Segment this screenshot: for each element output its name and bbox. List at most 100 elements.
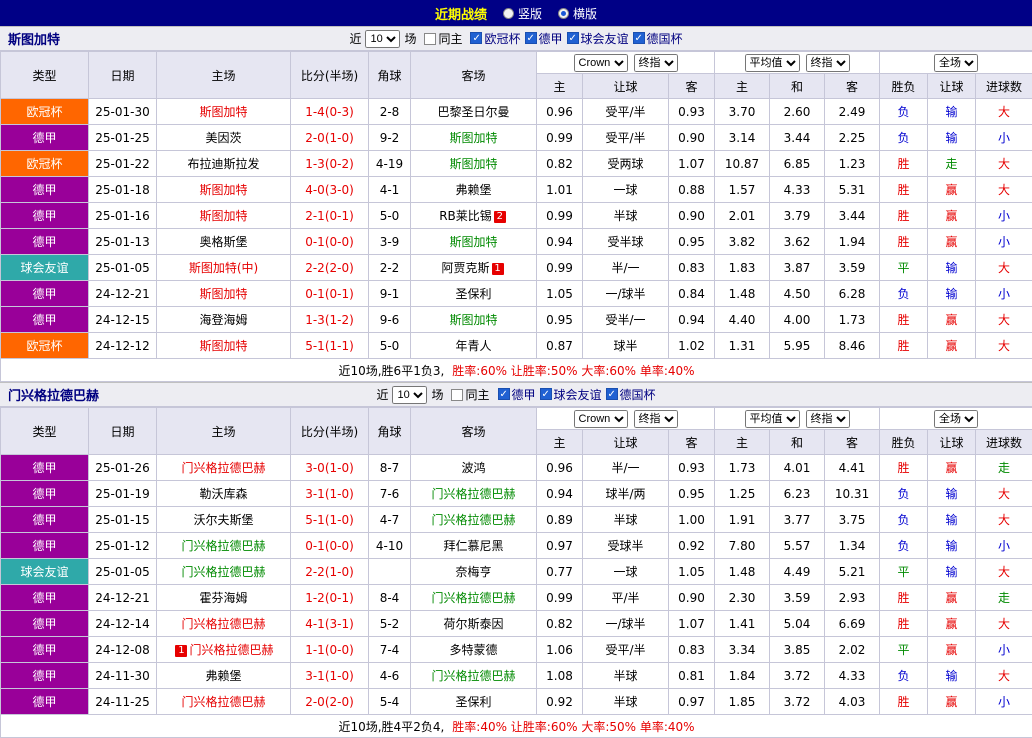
match-date: 24-12-21 bbox=[89, 281, 157, 307]
avg-away: 4.03 bbox=[825, 689, 880, 715]
away-team[interactable]: 门兴格拉德巴赫 bbox=[411, 481, 537, 507]
scope-select[interactable]: 全场 bbox=[934, 410, 978, 428]
away-team[interactable]: 门兴格拉德巴赫 bbox=[411, 585, 537, 611]
away-team[interactable]: 拜仁慕尼黑 bbox=[411, 533, 537, 559]
col-type: 类型 bbox=[1, 52, 89, 99]
home-team[interactable]: 美因茨 bbox=[157, 125, 291, 151]
checkbox-checked-icon[interactable] bbox=[470, 32, 482, 44]
away-team[interactable]: 荷尔斯泰因 bbox=[411, 611, 537, 637]
home-team[interactable]: 门兴格拉德巴赫 bbox=[157, 559, 291, 585]
checkbox-checked-icon[interactable] bbox=[525, 32, 537, 44]
away-team[interactable]: 斯图加特 bbox=[411, 229, 537, 255]
radio-horizontal-label: 横版 bbox=[573, 5, 597, 22]
home-team[interactable]: 门兴格拉德巴赫 bbox=[157, 611, 291, 637]
away-team[interactable]: 斯图加特 bbox=[411, 151, 537, 177]
home-team[interactable]: 斯图加特 bbox=[157, 333, 291, 359]
away-team[interactable]: 巴黎圣日尔曼 bbox=[411, 99, 537, 125]
home-team[interactable]: 门兴格拉德巴赫 bbox=[157, 533, 291, 559]
away-team[interactable]: 门兴格拉德巴赫 bbox=[411, 663, 537, 689]
checkbox-checked-icon[interactable] bbox=[540, 388, 552, 400]
home-team[interactable]: 斯图加特 bbox=[157, 99, 291, 125]
odds-handicap: 受平/半 bbox=[583, 125, 669, 151]
league-filter-checkbox[interactable]: 德国杯 bbox=[633, 30, 683, 47]
corner-count bbox=[369, 559, 411, 585]
away-team[interactable]: 圣保利 bbox=[411, 281, 537, 307]
away-team[interactable]: 波鸿 bbox=[411, 455, 537, 481]
home-team[interactable]: 弗赖堡 bbox=[157, 663, 291, 689]
away-team[interactable]: 奈梅亨 bbox=[411, 559, 537, 585]
odds-away: 0.95 bbox=[669, 229, 715, 255]
odds-company-select[interactable]: Crown bbox=[574, 54, 628, 72]
same-venue-checkbox[interactable]: 同主 bbox=[451, 386, 489, 403]
home-team[interactable]: 1门兴格拉德巴赫 bbox=[157, 637, 291, 663]
home-team[interactable]: 斯图加特(中) bbox=[157, 255, 291, 281]
home-team[interactable]: 门兴格拉德巴赫 bbox=[157, 689, 291, 715]
match-type: 欧冠杯 bbox=[1, 99, 89, 125]
away-team[interactable]: 弗赖堡 bbox=[411, 177, 537, 203]
league-filter-checkbox[interactable]: 德甲 bbox=[525, 30, 563, 47]
match-date: 25-01-25 bbox=[89, 125, 157, 151]
home-team[interactable]: 斯图加特 bbox=[157, 177, 291, 203]
average-final-select[interactable]: 终指 bbox=[806, 54, 850, 72]
avg-home: 1.85 bbox=[715, 689, 770, 715]
home-team[interactable]: 勒沃库森 bbox=[157, 481, 291, 507]
checkbox-unchecked-icon[interactable] bbox=[451, 389, 463, 401]
away-team[interactable]: 门兴格拉德巴赫 bbox=[411, 507, 537, 533]
home-team[interactable]: 沃尔夫斯堡 bbox=[157, 507, 291, 533]
near-label: 近 bbox=[349, 30, 361, 47]
home-team[interactable]: 奥格斯堡 bbox=[157, 229, 291, 255]
match-score: 1-3(0-2) bbox=[291, 151, 369, 177]
average-select[interactable]: 平均值 bbox=[745, 410, 800, 428]
col-home: 主场 bbox=[157, 52, 291, 99]
result-goals: 小 bbox=[976, 229, 1032, 255]
matches-table-gladbach: 类型 日期 主场 比分(半场) 角球 客场 Crown终指 平均值终指 全场 主… bbox=[0, 407, 1032, 738]
home-team[interactable]: 门兴格拉德巴赫 bbox=[157, 455, 291, 481]
odds-final-select[interactable]: 终指 bbox=[634, 410, 678, 428]
away-team[interactable]: 阿贾克斯1 bbox=[411, 255, 537, 281]
away-team[interactable]: 多特蒙德 bbox=[411, 637, 537, 663]
red-card-badge: 2 bbox=[494, 211, 506, 223]
result-handicap: 输 bbox=[928, 663, 976, 689]
avg-home: 3.82 bbox=[715, 229, 770, 255]
scope-select[interactable]: 全场 bbox=[934, 54, 978, 72]
match-count-select[interactable]: 10 bbox=[392, 386, 427, 404]
home-team[interactable]: 斯图加特 bbox=[157, 203, 291, 229]
checkbox-checked-icon[interactable] bbox=[633, 32, 645, 44]
odds-handicap: 球半/两 bbox=[583, 481, 669, 507]
odds-home: 0.92 bbox=[537, 689, 583, 715]
result-outcome: 胜 bbox=[880, 585, 928, 611]
league-filter-checkbox[interactable]: 德甲 bbox=[498, 386, 536, 403]
col-result-goals: 进球数 bbox=[976, 74, 1032, 99]
match-count-select[interactable]: 10 bbox=[365, 30, 400, 48]
checkbox-checked-icon[interactable] bbox=[606, 388, 618, 400]
home-team[interactable]: 海登海姆 bbox=[157, 307, 291, 333]
home-team[interactable]: 布拉迪斯拉发 bbox=[157, 151, 291, 177]
home-team[interactable]: 霍芬海姆 bbox=[157, 585, 291, 611]
away-team[interactable]: 年青人 bbox=[411, 333, 537, 359]
match-score: 1-1(0-0) bbox=[291, 637, 369, 663]
radio-horizontal-layout[interactable]: 横版 bbox=[558, 5, 597, 22]
league-filter-checkbox[interactable]: 球会友谊 bbox=[567, 30, 629, 47]
odds-away: 0.92 bbox=[669, 533, 715, 559]
match-row: 德甲24-12-21霍芬海姆1-2(0-1)8-4门兴格拉德巴赫0.99平/半0… bbox=[1, 585, 1032, 611]
away-team[interactable]: RB莱比锡2 bbox=[411, 203, 537, 229]
home-team[interactable]: 斯图加特 bbox=[157, 281, 291, 307]
odds-final-select[interactable]: 终指 bbox=[634, 54, 678, 72]
checkbox-unchecked-icon[interactable] bbox=[424, 33, 436, 45]
checkbox-checked-icon[interactable] bbox=[567, 32, 579, 44]
league-filter-checkbox[interactable]: 德国杯 bbox=[606, 386, 656, 403]
col-avg-home: 主 bbox=[715, 430, 770, 455]
odds-company-select[interactable]: Crown bbox=[574, 410, 628, 428]
checkbox-checked-icon[interactable] bbox=[498, 388, 510, 400]
away-team[interactable]: 斯图加特 bbox=[411, 125, 537, 151]
average-select[interactable]: 平均值 bbox=[745, 54, 800, 72]
league-filter-checkbox[interactable]: 欧冠杯 bbox=[470, 30, 520, 47]
league-filter-checkbox[interactable]: 球会友谊 bbox=[540, 386, 602, 403]
avg-away: 3.44 bbox=[825, 203, 880, 229]
average-final-select[interactable]: 终指 bbox=[806, 410, 850, 428]
away-team[interactable]: 圣保利 bbox=[411, 689, 537, 715]
same-venue-checkbox[interactable]: 同主 bbox=[424, 30, 462, 47]
radio-vertical-layout[interactable]: 竖版 bbox=[503, 5, 542, 22]
match-score: 2-2(2-0) bbox=[291, 255, 369, 281]
away-team[interactable]: 斯图加特 bbox=[411, 307, 537, 333]
